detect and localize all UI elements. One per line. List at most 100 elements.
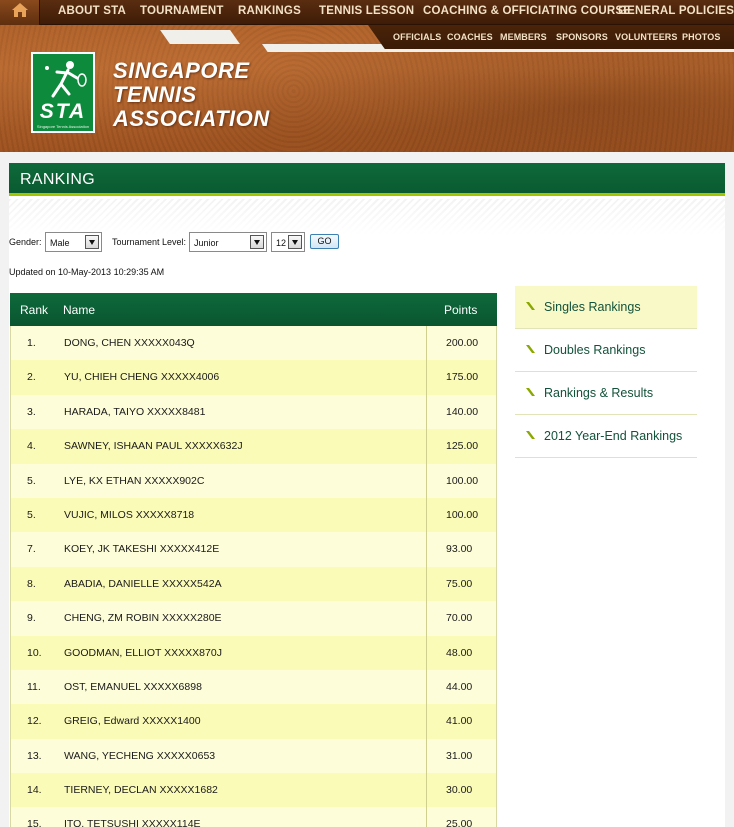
side-menu-item[interactable]: Singles Rankings xyxy=(515,286,697,329)
gender-select[interactable]: Male xyxy=(45,232,102,252)
column-divider xyxy=(426,394,427,430)
table-row: 15. ITO, TETSUSHI XXXXX114E 25.00 xyxy=(11,807,496,827)
side-menu-label: Rankings & Results xyxy=(544,386,654,400)
logo-small-text: Singapore Tennis Association xyxy=(36,124,90,129)
rank-cell: 15. xyxy=(27,818,42,827)
name-cell: LYE, KX ETHAN XXXXX902C xyxy=(64,474,205,487)
go-button[interactable]: GO xyxy=(310,234,339,249)
column-divider xyxy=(426,360,427,395)
points-cell: 48.00 xyxy=(446,646,473,659)
subnav-sponsors[interactable]: SPONSORS xyxy=(556,32,608,46)
side-menu-item[interactable]: Doubles Rankings xyxy=(515,329,697,372)
name-cell: ITO, TETSUSHI XXXXX114E xyxy=(64,818,201,827)
tick-icon xyxy=(526,431,535,439)
sta-logo[interactable]: STA Singapore Tennis Association xyxy=(31,52,95,133)
name-cell: YU, CHIEH CHENG XXXXX4006 xyxy=(64,371,220,384)
table-row: 11. OST, EMANUEL XXXXX6898 44.00 xyxy=(11,669,496,705)
logo-letters: STA xyxy=(39,100,87,123)
home-icon xyxy=(11,2,29,23)
gender-label: Gender: xyxy=(9,237,42,247)
age-select[interactable]: 12 xyxy=(271,232,305,252)
name-cell: WANG, YECHENG XXXXX0653 xyxy=(64,749,216,762)
main-content: RANKING Gender: Male Tournament Level: J… xyxy=(9,163,725,827)
points-cell: 30.00 xyxy=(446,784,473,797)
brand-line-3: ASSOCIATION xyxy=(113,106,270,131)
gender-value: Male xyxy=(50,238,70,248)
points-cell: 31.00 xyxy=(446,749,473,762)
rank-cell: 11. xyxy=(27,680,41,693)
rank-cell: 5. xyxy=(27,508,36,521)
points-cell: 175.00 xyxy=(446,371,479,384)
tournament-level-select[interactable]: Junior xyxy=(189,232,267,252)
table-row: 5. VUJIC, MILOS XXXXX8718 100.00 xyxy=(11,497,496,533)
side-menu-label: Singles Rankings xyxy=(544,300,641,314)
table-row: 3. HARADA, TAIYO XXXXX8481 140.00 xyxy=(11,394,496,430)
table-body: 1. DONG, CHEN XXXXX043Q 200.00 2. YU, CHIEH … xyxy=(10,326,497,827)
column-divider xyxy=(426,429,427,464)
tick-icon xyxy=(526,388,535,396)
subnav-coaches[interactable]: COACHES xyxy=(447,32,493,46)
nav-about-sta[interactable]: ABOUT STA xyxy=(58,5,126,21)
name-cell: GOODMAN, ELLIOT XXXXX870J xyxy=(64,646,222,659)
points-cell: 93.00 xyxy=(446,543,473,556)
nav-tennis-lesson[interactable]: TENNIS LESSON xyxy=(319,5,414,21)
table-row: 10. GOODMAN, ELLIOT XXXXX870J 48.00 xyxy=(11,635,496,670)
column-divider xyxy=(426,807,427,827)
rank-cell: 12. xyxy=(27,715,42,728)
column-divider xyxy=(426,773,427,808)
points-cell: 41.00 xyxy=(446,715,473,728)
table-row: 7. KOEY, JK TAKESHI XXXXX412E 93.00 xyxy=(11,532,496,567)
rank-cell: 9. xyxy=(27,612,36,625)
column-divider xyxy=(426,463,427,498)
table-row: 14. TIERNEY, DECLAN XXXXX1682 30.00 xyxy=(11,773,496,808)
table-row: 4. SAWNEY, ISHAAN PAUL XXXXX632J 125.00 xyxy=(11,429,496,464)
column-divider xyxy=(426,326,427,361)
rank-cell: 3. xyxy=(27,405,36,418)
name-cell: ABADIA, DANIELLE XXXXX542A xyxy=(64,577,222,590)
subnav-officials[interactable]: OFFICIALS xyxy=(393,32,441,46)
brand-line-2: TENNIS xyxy=(113,82,197,107)
name-cell: TIERNEY, DECLAN XXXXX1682 xyxy=(64,784,218,797)
subnav-members[interactable]: MEMBERS xyxy=(500,32,547,46)
points-cell: 25.00 xyxy=(446,818,473,827)
header-points: Points xyxy=(444,303,478,317)
home-button[interactable] xyxy=(0,0,40,25)
rank-cell: 4. xyxy=(27,440,36,453)
points-cell: 70.00 xyxy=(446,612,473,625)
tournament-level-label: Tournament Level: xyxy=(112,237,187,247)
rank-cell: 1. xyxy=(27,337,36,349)
name-cell: OST, EMANUEL XXXXX6898 xyxy=(64,680,202,693)
site-header: ABOUT STA TOURNAMENT RANKINGS TENNIS LES… xyxy=(0,0,734,152)
column-divider xyxy=(426,635,427,670)
subnav-volunteers[interactable]: VOLUNTEERS xyxy=(615,32,678,46)
table-row: 8. ABADIA, DANIELLE XXXXX542A 75.00 xyxy=(11,566,496,602)
main-nav: ABOUT STA TOURNAMENT RANKINGS TENNIS LES… xyxy=(0,0,734,25)
table-header: Rank Name Points xyxy=(10,293,497,326)
table-row: 1. DONG, CHEN XXXXX043Q 200.00 xyxy=(11,326,496,361)
header-rank: Rank xyxy=(20,303,49,317)
table-row: 9. CHENG, ZM ROBIN XXXXX280E 70.00 xyxy=(11,601,496,636)
side-menu-label: Doubles Rankings xyxy=(544,343,646,357)
nav-rankings[interactable]: RANKINGS xyxy=(238,5,301,21)
points-cell: 100.00 xyxy=(446,508,479,521)
nav-coaching-course[interactable]: COACHING & OFFICIATING COURSE xyxy=(423,5,631,21)
brand-line-1: SINGAPORE xyxy=(113,58,250,83)
column-divider xyxy=(426,532,427,567)
side-menu-item[interactable]: 2012 Year-End Rankings xyxy=(515,415,697,458)
nav-tournament[interactable]: TOURNAMENT xyxy=(140,5,224,21)
column-divider xyxy=(426,601,427,636)
rank-cell: 14. xyxy=(27,784,42,797)
updated-timestamp: Updated on 10-May-2013 10:29:35 AM xyxy=(9,267,165,277)
column-divider xyxy=(426,704,427,739)
table-row: 5. LYE, KX ETHAN XXXXX902C 100.00 xyxy=(11,463,496,498)
tick-icon xyxy=(526,345,535,353)
tennis-player-icon xyxy=(45,61,87,98)
nav-general-policies[interactable]: GENERAL POLICIES xyxy=(618,5,734,21)
decorative-stripe xyxy=(160,30,240,44)
ranking-side-menu: Singles Rankings Doubles Rankings Rankings… xyxy=(515,286,697,458)
table-row: 2. YU, CHIEH CHENG XXXXX4006 175.00 xyxy=(11,360,496,395)
side-menu-item[interactable]: Rankings & Results xyxy=(515,372,697,415)
name-cell: GREIG, Edward XXXXX1400 xyxy=(64,715,201,728)
name-cell: DONG, CHEN XXXXX043Q xyxy=(64,337,195,349)
subnav-photos[interactable]: PHOTOS xyxy=(682,32,720,46)
